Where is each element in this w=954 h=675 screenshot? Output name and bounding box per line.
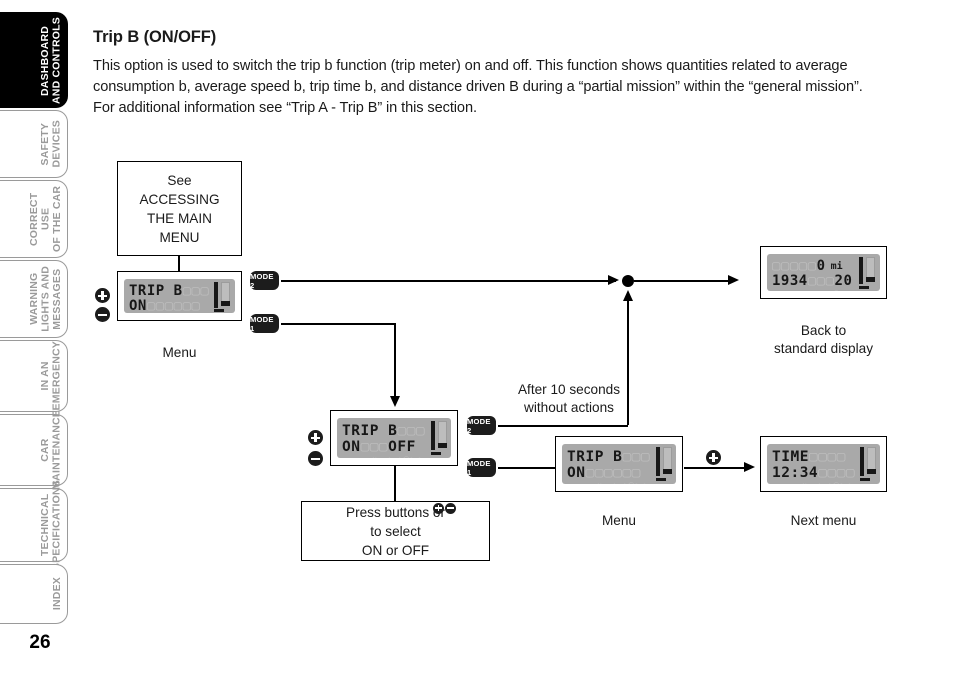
lcd-row2-left: 1934 [772, 273, 808, 289]
junction-dot [622, 275, 634, 287]
lcd-row1: TIME [772, 449, 809, 465]
lcd-row1: TRIP B [567, 449, 623, 465]
lcd-row2-right: 20 [834, 273, 853, 289]
arrow-into-junction [608, 275, 619, 285]
plus-button[interactable] [706, 450, 721, 465]
arrow-up-to-junction [622, 290, 633, 301]
display-standard: ▢▢▢▢▢ 0 mi 1934 ▢▢▢ 20 TRIP AB l/100kmi … [760, 246, 887, 299]
lcd-row1: TRIP B [129, 283, 183, 299]
arrow-to-standard-display [728, 275, 739, 285]
connector-mode1-right [281, 322, 396, 325]
lcd-row1: TRIP B [342, 423, 398, 439]
minus-button[interactable] [308, 451, 323, 466]
lcd-row2: ON [129, 298, 147, 313]
display-menu-trip-b: TRIP B ▢▢▢ ON ▢▢▢▢▢▢ TRIP AB l/100kmi ⓘ°… [117, 271, 242, 321]
lcd-row1-ghost: ▢▢▢ [622, 449, 651, 465]
lcd-row1-ghost: ▢▢▢ [182, 283, 210, 299]
see-accessing-main-menu-text: See ACCESSING THE MAIN MENU [139, 172, 220, 245]
caption-back-to-standard-display: Back to standard display [774, 323, 873, 356]
lcd-screen: TRIP B ▢▢▢ ON ▢▢▢ OFF TRIP AB l/100kmi ⓘ… [337, 418, 451, 458]
lcd-row2-ghost: ▢▢▢ [360, 439, 389, 455]
lcd-row2: ON [567, 465, 586, 481]
lcd-screen: TRIP B ▢▢▢ ON ▢▢▢▢▢▢ TRIP AB l/100kmi ⓘ°… [124, 279, 235, 313]
minus-icon [445, 502, 456, 514]
lcd-row2-right: OFF [388, 439, 416, 455]
instruction-line-1: Press buttons or [346, 502, 456, 522]
lcd-screen: TIME ▢▢▢▢ 12:34 ▢▢▢▢ TRIP AB l/100kmi ⓘ°… [767, 444, 880, 484]
lcd-screen: ▢▢▢▢▢ 0 mi 1934 ▢▢▢ 20 TRIP AB l/100kmi … [767, 254, 880, 291]
lcd-level-bar [860, 447, 876, 481]
connector-mode2-to-junction [281, 279, 616, 282]
lcd-level-bar [656, 447, 672, 481]
lcd-row1-ghost: ▢▢▢▢ [808, 449, 846, 465]
connector-menu-to-next-menu [684, 466, 746, 469]
press-buttons-instruction-box: Press buttons or to select ON or OFF [301, 501, 490, 561]
connector-select-to-instructions [394, 466, 397, 501]
flow-diagram: See ACCESSING THE MAIN MENU TRIP B ▢▢▢ O… [0, 0, 954, 675]
lcd-level-bar [859, 257, 875, 289]
lcd-row2-ghost: ▢▢▢▢▢▢ [585, 465, 641, 481]
lcd-footer: TRIP AB l/100kmi ⓘ°C°F [342, 456, 425, 458]
caption-menu-bottom: Menu [601, 513, 636, 528]
caption-next-menu: Next menu [790, 513, 857, 528]
instruction-line-2: to select [370, 523, 421, 539]
after-10-seconds-label: After 10 seconds without actions [517, 382, 620, 415]
see-accessing-main-menu-box: See ACCESSING THE MAIN MENU [117, 161, 242, 256]
plus-button[interactable] [308, 430, 323, 445]
lcd-level-bar [431, 421, 447, 455]
connector-mode1-mid-to-menu [498, 466, 556, 469]
lcd-row1-value: 0 [816, 258, 826, 274]
arrow-to-next-menu [744, 462, 755, 472]
display-next-menu-time: TIME ▢▢▢▢ 12:34 ▢▢▢▢ TRIP AB l/100kmi ⓘ°… [760, 436, 887, 492]
connector-accessing-to-menu [178, 256, 181, 272]
connector-mode1-down [393, 322, 396, 399]
mode-2-button-middle[interactable]: MODE 2 [467, 416, 496, 435]
arrow-into-select-box [389, 396, 400, 407]
plus-button[interactable] [95, 288, 110, 303]
lcd-footer: TRIP AB l/100kmi ⓘ°C°F [772, 290, 855, 291]
lcd-level-bar [214, 282, 230, 312]
instruction-line-3: ON or OFF [361, 542, 430, 558]
mode-1-button-middle[interactable]: MODE 1 [467, 458, 496, 477]
mode-1-button-top[interactable]: MODE 1 [250, 314, 279, 333]
plus-icon [432, 502, 444, 514]
lcd-row2-ghost: ▢▢▢▢▢▢ [146, 298, 201, 313]
lcd-row2-ghost: ▢▢▢▢ [818, 465, 856, 481]
lcd-row1-ghost: ▢▢▢▢▢ [772, 258, 817, 274]
display-select-on-off: TRIP B ▢▢▢ ON ▢▢▢ OFF TRIP AB l/100kmi ⓘ… [330, 410, 458, 466]
mode-2-button-top[interactable]: MODE 2 [250, 271, 279, 290]
lcd-row1-unit: mi [830, 261, 843, 272]
lcd-row2-ghost: ▢▢▢ [807, 273, 835, 289]
lcd-screen: TRIP B ▢▢▢ ON ▢▢▢▢▢▢ TRIP AB l/100kmi ⓘ°… [562, 444, 676, 484]
display-menu-bottom: TRIP B ▢▢▢ ON ▢▢▢▢▢▢ TRIP AB l/100kmi ⓘ°… [555, 436, 683, 492]
connector-mode2-mid-right [498, 424, 628, 427]
caption-menu-top: Menu [162, 345, 197, 360]
lcd-footer: TRIP AB l/100kmi ⓘ°C°F [772, 482, 855, 484]
connector-junction-to-standard-display [634, 279, 730, 282]
lcd-row2-left: ON [342, 439, 361, 455]
lcd-row2: 12:34 [772, 465, 819, 481]
lcd-footer: TRIP AB l/100kmi ⓘ°C°F [567, 482, 650, 484]
lcd-row1-ghost: ▢▢▢ [397, 423, 426, 439]
minus-button[interactable] [95, 307, 110, 322]
